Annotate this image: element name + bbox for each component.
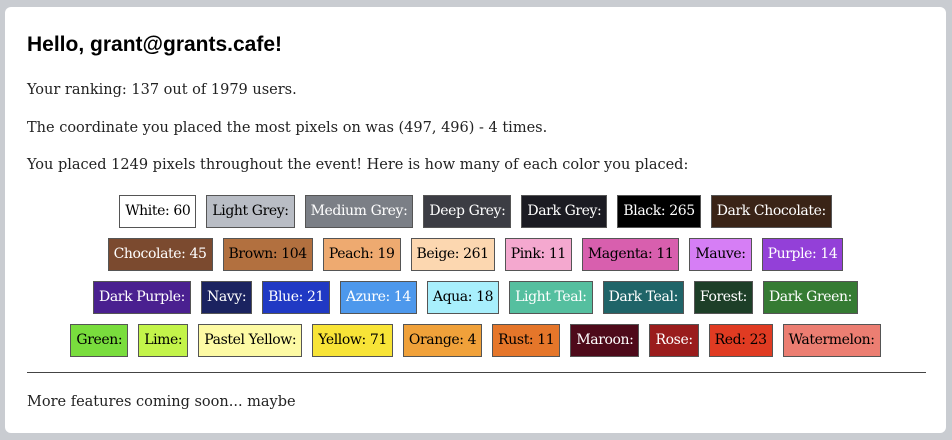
color-count-badge: Dark Purple: bbox=[93, 281, 191, 314]
stats-card: Hello, grant@grants.cafe! Your ranking: … bbox=[5, 7, 946, 433]
color-count-badge: Light Teal: bbox=[509, 281, 593, 314]
color-row: Green: Lime: Pastel Yellow: Yellow: 71 Orang… bbox=[5, 324, 946, 357]
color-count-badge: Navy: bbox=[201, 281, 253, 314]
color-count-badge: Dark Green: bbox=[762, 281, 858, 314]
footer-note: More features coming soon... maybe bbox=[27, 394, 296, 410]
color-count-badge: Yellow: 71 bbox=[312, 324, 393, 357]
color-count-badge: Azure: 14 bbox=[340, 281, 417, 314]
color-count-badge: Aqua: 18 bbox=[426, 281, 500, 314]
color-count-badge: Purple: 14 bbox=[761, 238, 844, 271]
color-count-badge: Chocolate: 45 bbox=[107, 238, 213, 271]
color-count-badge: Peach: 19 bbox=[322, 238, 401, 271]
color-count-badge: Light Grey: bbox=[206, 195, 295, 228]
color-count-badge: Medium Grey: bbox=[304, 195, 414, 228]
color-count-badge: Dark Chocolate: bbox=[710, 195, 832, 228]
color-count-badge: Maroon: bbox=[570, 324, 640, 357]
top-coordinate-text: The coordinate you placed the most pixel… bbox=[27, 120, 548, 136]
color-count-badge: Pastel Yellow: bbox=[198, 324, 303, 357]
ranking-text: Your ranking: 137 out of 1979 users. bbox=[27, 82, 297, 98]
color-count-list: White: 60 Light Grey: Medium Grey: Deep Gre… bbox=[5, 195, 946, 367]
color-count-badge: Watermelon: bbox=[782, 324, 881, 357]
color-count-badge: White: 60 bbox=[119, 195, 197, 228]
color-count-badge: Forest: bbox=[693, 281, 753, 314]
color-count-badge: Lime: bbox=[138, 324, 189, 357]
color-row: White: 60 Light Grey: Medium Grey: Deep Gre… bbox=[5, 195, 946, 228]
color-row: Chocolate: 45 Brown: 104 Peach: 19 Beige: 2… bbox=[5, 238, 946, 271]
color-count-badge: Mauve: bbox=[689, 238, 752, 271]
color-count-badge: Brown: 104 bbox=[222, 238, 313, 271]
color-count-badge: Orange: 4 bbox=[402, 324, 483, 357]
color-count-badge: Rose: bbox=[649, 324, 699, 357]
color-count-badge: Deep Grey: bbox=[423, 195, 512, 228]
color-count-badge: Rust: 11 bbox=[492, 324, 561, 357]
pixels-placed-text: You placed 1249 pixels throughout the ev… bbox=[27, 157, 689, 173]
color-count-badge: Magenta: 11 bbox=[581, 238, 680, 271]
color-count-badge: Blue: 21 bbox=[262, 281, 330, 314]
color-count-badge: Beige: 261 bbox=[410, 238, 495, 271]
color-count-badge: Dark Grey: bbox=[521, 195, 608, 228]
color-row: Dark Purple: Navy: Blue: 21 Azure: 14 Aqua: … bbox=[5, 281, 946, 314]
page-title: Hello, grant@grants.cafe! bbox=[27, 33, 283, 56]
color-count-badge: Dark Teal: bbox=[602, 281, 684, 314]
divider bbox=[27, 372, 926, 373]
color-count-badge: Black: 265 bbox=[617, 195, 701, 228]
color-count-badge: Red: 23 bbox=[708, 324, 773, 357]
color-count-badge: Green: bbox=[70, 324, 129, 357]
color-count-badge: Pink: 11 bbox=[504, 238, 572, 271]
